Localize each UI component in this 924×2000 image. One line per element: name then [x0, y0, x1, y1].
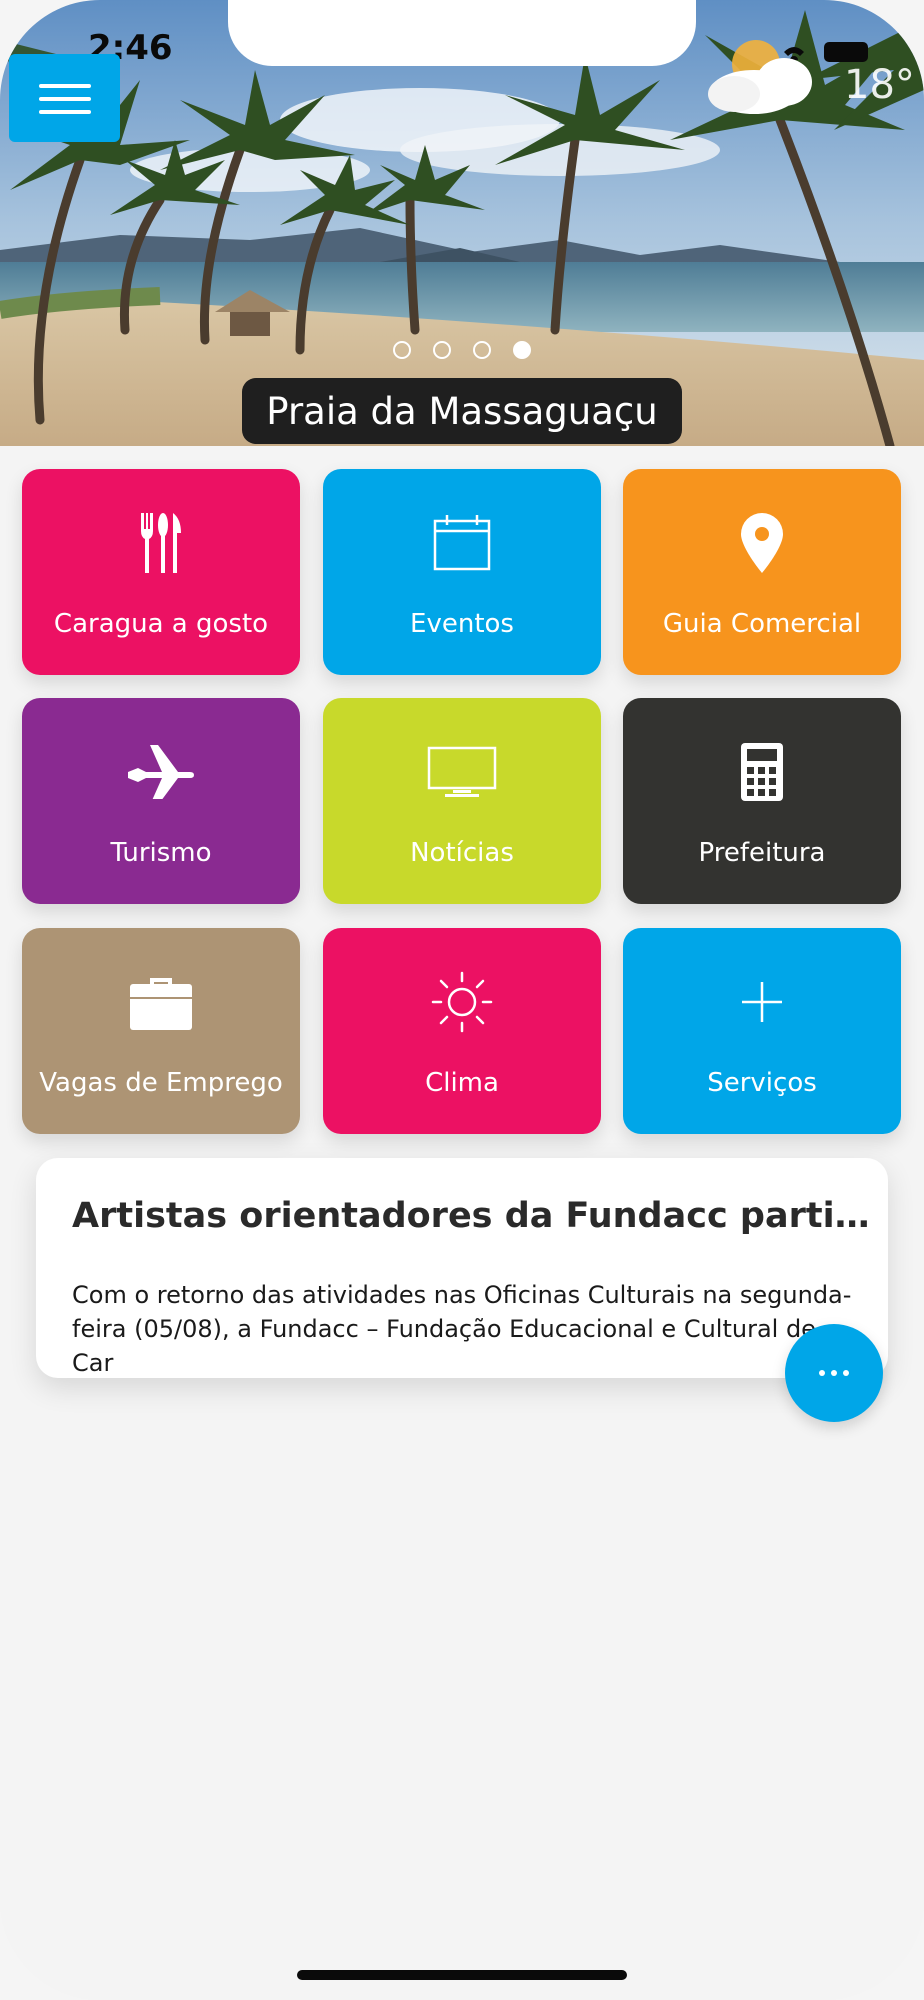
tile-clima[interactable]: Clima [323, 928, 601, 1134]
tile-servicos[interactable]: Serviços [623, 928, 901, 1134]
device-notch [228, 0, 696, 66]
sun-icon [323, 970, 601, 1034]
tile-vagas-de-emprego[interactable]: Vagas de Emprego [22, 928, 300, 1134]
temperature-label: 18° [844, 62, 915, 108]
home-indicator[interactable] [297, 1970, 627, 1980]
ellipsis-icon [819, 1370, 825, 1376]
news-card[interactable]: Artistas orientadores da Fundacc partici… [36, 1158, 888, 1378]
ellipsis-dot [843, 1370, 849, 1376]
news-excerpt: Com o retorno das atividades nas Oficina… [72, 1281, 852, 1377]
tile-label: Prefeitura [698, 838, 826, 868]
tile-label: Turismo [110, 838, 212, 868]
calendar-icon [323, 511, 601, 575]
app-screen: 2:46 18° Praia da Massaguaçu Caragua a g… [0, 0, 924, 2000]
airplane-icon [22, 740, 300, 804]
ellipsis-dot [831, 1370, 837, 1376]
tile-label: Vagas de Emprego [39, 1068, 283, 1098]
carousel-dot[interactable] [433, 341, 451, 359]
carousel-dot-active[interactable] [513, 341, 531, 359]
calculator-icon [623, 740, 901, 804]
tile-label: Eventos [410, 609, 514, 639]
hamburger-line [39, 97, 91, 101]
tile-label: Guia Comercial [662, 609, 862, 639]
tile-caragua-a-gosto[interactable]: Caragua a gosto [22, 469, 300, 675]
tile-label: Clima [425, 1068, 499, 1098]
tile-guia-comercial[interactable]: Guia Comercial [623, 469, 901, 675]
plus-icon [623, 970, 901, 1034]
tile-label: Serviços [707, 1068, 817, 1098]
cutlery-icon [22, 511, 300, 575]
tile-prefeitura[interactable]: Prefeitura [623, 698, 901, 904]
news-title: Artistas orientadores da Fundacc partici… [72, 1196, 872, 1236]
tv-icon [323, 740, 601, 804]
carousel-dot[interactable] [393, 341, 411, 359]
hero-carousel[interactable]: 2:46 18° Praia da Massaguaçu [0, 0, 924, 446]
briefcase-icon [22, 970, 300, 1034]
carousel-indicators [393, 341, 531, 359]
carousel-dot[interactable] [473, 341, 491, 359]
more-options-button[interactable] [785, 1324, 883, 1422]
map-pin-icon [623, 511, 901, 575]
hamburger-icon [39, 84, 91, 88]
hero-caption: Praia da Massaguaçu [242, 378, 682, 444]
tile-label: Notícias [410, 838, 514, 868]
tile-noticias[interactable]: Notícias [323, 698, 601, 904]
hamburger-line [39, 110, 91, 114]
tile-label: Caragua a gosto [53, 609, 269, 639]
tile-turismo[interactable]: Turismo [22, 698, 300, 904]
menu-button[interactable] [9, 54, 120, 142]
tile-eventos[interactable]: Eventos [323, 469, 601, 675]
